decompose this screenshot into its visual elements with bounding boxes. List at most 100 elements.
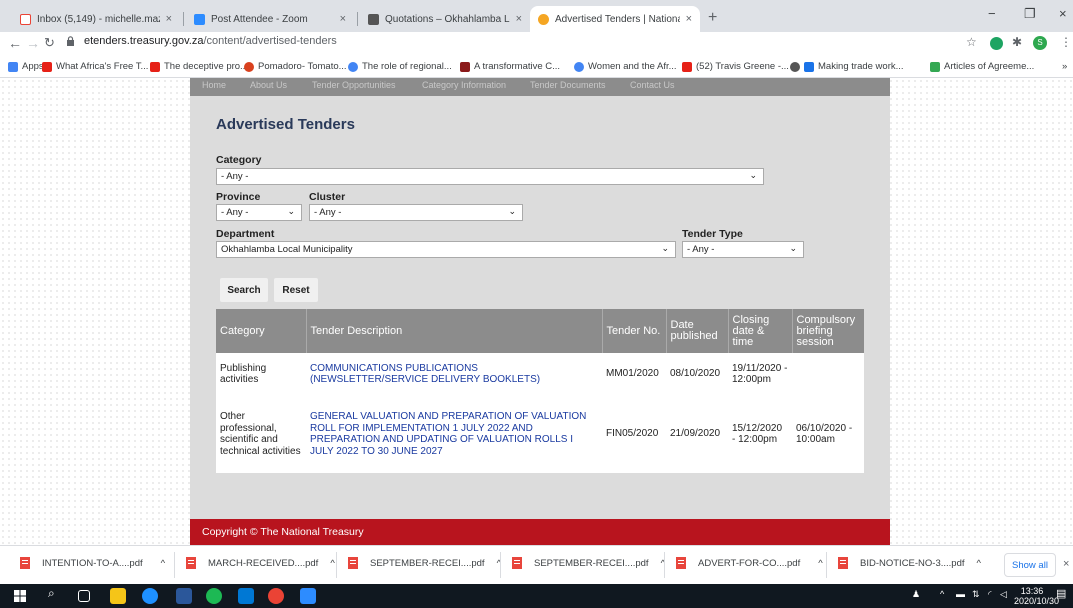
download-item[interactable]: ADVERT-FOR-CO....pdf ^ [676,557,823,569]
bookmark-apps[interactable]: Apps [8,61,44,72]
bookmark-item[interactable]: The role of regional... [348,61,452,72]
download-name: INTENTION-TO-A....pdf [42,557,143,569]
chevron-up-icon[interactable]: ^ [161,558,165,569]
download-item[interactable]: MARCH-RECEIVED....pdf ^ [186,557,335,569]
close-tab-icon[interactable]: × [686,13,692,25]
new-tab-button[interactable]: + [708,9,717,27]
show-all-button[interactable]: Show all [1004,553,1056,577]
extensions-icon[interactable]: ✱ [1012,35,1022,49]
nav-home[interactable]: Home [202,80,226,90]
spotify-icon[interactable] [206,588,222,604]
maximize-icon[interactable]: ❐ [1024,6,1036,22]
nav-contact[interactable]: Contact Us [630,80,675,90]
chrome-icon[interactable] [268,588,284,604]
downloads-bar: INTENTION-TO-A....pdf ^ MARCH-RECEIVED...… [0,545,1073,584]
chevron-up-icon[interactable]: ^ [330,558,334,569]
url-path: /content/advertised-tenders [203,35,337,47]
tray-chevron-icon[interactable]: ^ [940,589,944,599]
volume-icon[interactable]: ◁ [1000,589,1007,599]
close-tab-icon[interactable]: × [340,13,346,25]
bookmark-item[interactable]: (52) Travis Greene -... [682,61,789,72]
page-title: Advertised Tenders [216,116,355,133]
search-icon[interactable]: ⌕ [48,587,55,599]
store-icon[interactable] [238,588,254,604]
menu-icon[interactable]: ⋮ [1060,35,1072,49]
tender-type-label: Tender Type [682,228,743,240]
bookmarks-overflow-icon[interactable]: » [1062,61,1067,72]
site-icon [804,61,814,72]
profile-avatar[interactable]: S [1033,36,1047,50]
close-window-icon[interactable]: × [1059,6,1067,21]
table-row: Other professional, scientific and techn… [216,395,864,473]
tab-strip: Inbox (5,149) - michelle.maziwisa × Post… [0,0,1073,32]
category-select[interactable]: - Any - ⌄ [216,168,764,185]
bookmark-label: The deceptive pro... [164,61,248,72]
word-icon[interactable] [176,588,192,604]
table-header-row: Category Tender Description Tender No. D… [216,309,864,353]
zoom-icon[interactable] [300,588,316,604]
tender-link[interactable]: COMMUNICATIONS PUBLICATIONS (NEWSLETTER/… [310,363,540,386]
network-icon[interactable]: ⇅ [972,589,980,599]
col-briefing: Compulsory briefing session [792,309,864,353]
address-bar[interactable]: etenders.treasury.gov.za/content/adverti… [84,35,337,47]
reload-icon[interactable]: ↻ [44,35,55,51]
reset-button[interactable]: Reset [274,278,318,302]
tab-title: Inbox (5,149) - michelle.maziwisa [37,13,160,25]
nav-category-information[interactable]: Category Information [422,80,506,90]
tab-gmail[interactable]: Inbox (5,149) - michelle.maziwisa × [12,6,180,32]
tab-advertised-tenders[interactable]: Advertised Tenders | National Tre × [530,6,700,32]
close-tab-icon[interactable]: × [166,13,172,25]
bookmark-star-icon[interactable]: ☆ [966,35,977,49]
bookmark-item[interactable]: A transformative C... [460,61,560,72]
task-view-icon[interactable] [78,590,90,602]
bookmark-item[interactable]: Articles of Agreeme... [930,61,1034,72]
department-select[interactable]: Okhahlamba Local Municipality ⌄ [216,241,676,258]
nav-tender-opportunities[interactable]: Tender Opportunities [312,80,396,90]
back-icon[interactable]: ← [8,35,22,51]
province-select[interactable]: - Any - ⌄ [216,204,302,221]
download-item[interactable]: INTENTION-TO-A....pdf ^ [20,557,165,569]
clock-date: 2020/10/30 [1014,596,1060,606]
grammarly-icon[interactable] [990,37,1003,50]
download-item[interactable]: BID-NOTICE-NO-3....pdf ^ [838,557,981,569]
edge-icon[interactable] [142,588,158,604]
chevron-up-icon[interactable]: ^ [818,558,822,569]
nav-about[interactable]: About Us [250,80,287,90]
gmail-icon [20,13,31,25]
tender-link[interactable]: GENERAL VALUATION AND PREPARATION OF VAL… [310,411,586,457]
close-downloads-icon[interactable]: × [1063,558,1069,570]
search-button[interactable]: Search [220,278,268,302]
notification-icon[interactable]: ▤ [1056,589,1066,600]
minimize-icon[interactable]: − [988,6,996,21]
download-item[interactable]: SEPTEMBER-RECEI....pdf ^ [512,557,665,569]
clock-time: 13:36 [1020,586,1044,596]
file-explorer-icon[interactable] [110,588,126,604]
battery-icon: ▬ [956,589,965,599]
chevron-up-icon[interactable]: ^ [977,558,981,569]
download-divider [174,552,175,578]
people-icon[interactable]: ♟ [912,589,920,599]
bookmark-item[interactable]: The deceptive pro... [150,61,248,72]
bookmark-item[interactable]: Making trade work... [790,61,904,72]
windows-start-icon[interactable] [14,590,26,602]
download-item[interactable]: SEPTEMBER-RECEI....pdf ^ [348,557,501,569]
tab-zoom[interactable]: Post Attendee - Zoom × [186,6,354,32]
bookmark-item[interactable]: What Africa's Free T... [42,61,148,72]
cell-closing: 15/12/2020 - 12:00pm [732,422,783,446]
cell-briefing [792,353,864,395]
wifi-icon[interactable]: ◜ [988,589,992,599]
department-value: Okhahlamba Local Municipality [221,244,353,255]
close-tab-icon[interactable]: × [516,13,522,25]
bookmark-item[interactable]: Pomadoro- Tomato... [244,61,347,72]
table-row: Publishing activities COMMUNICATIONS PUB… [216,353,864,395]
tender-type-select[interactable]: - Any - ⌄ [682,241,804,258]
tab-divider [357,12,358,26]
nav-tender-documents[interactable]: Tender Documents [530,80,606,90]
cluster-select[interactable]: - Any - ⌄ [309,204,523,221]
tab-quotations[interactable]: Quotations – Okhahlamba Local × [360,6,530,32]
clock[interactable]: 13:36 2020/10/30 [1014,586,1060,606]
bookmark-item[interactable]: Women and the Afr... [574,61,677,72]
tenders-table: Category Tender Description Tender No. D… [216,309,864,473]
department-label: Department [216,228,275,240]
forward-icon[interactable]: → [26,35,40,51]
